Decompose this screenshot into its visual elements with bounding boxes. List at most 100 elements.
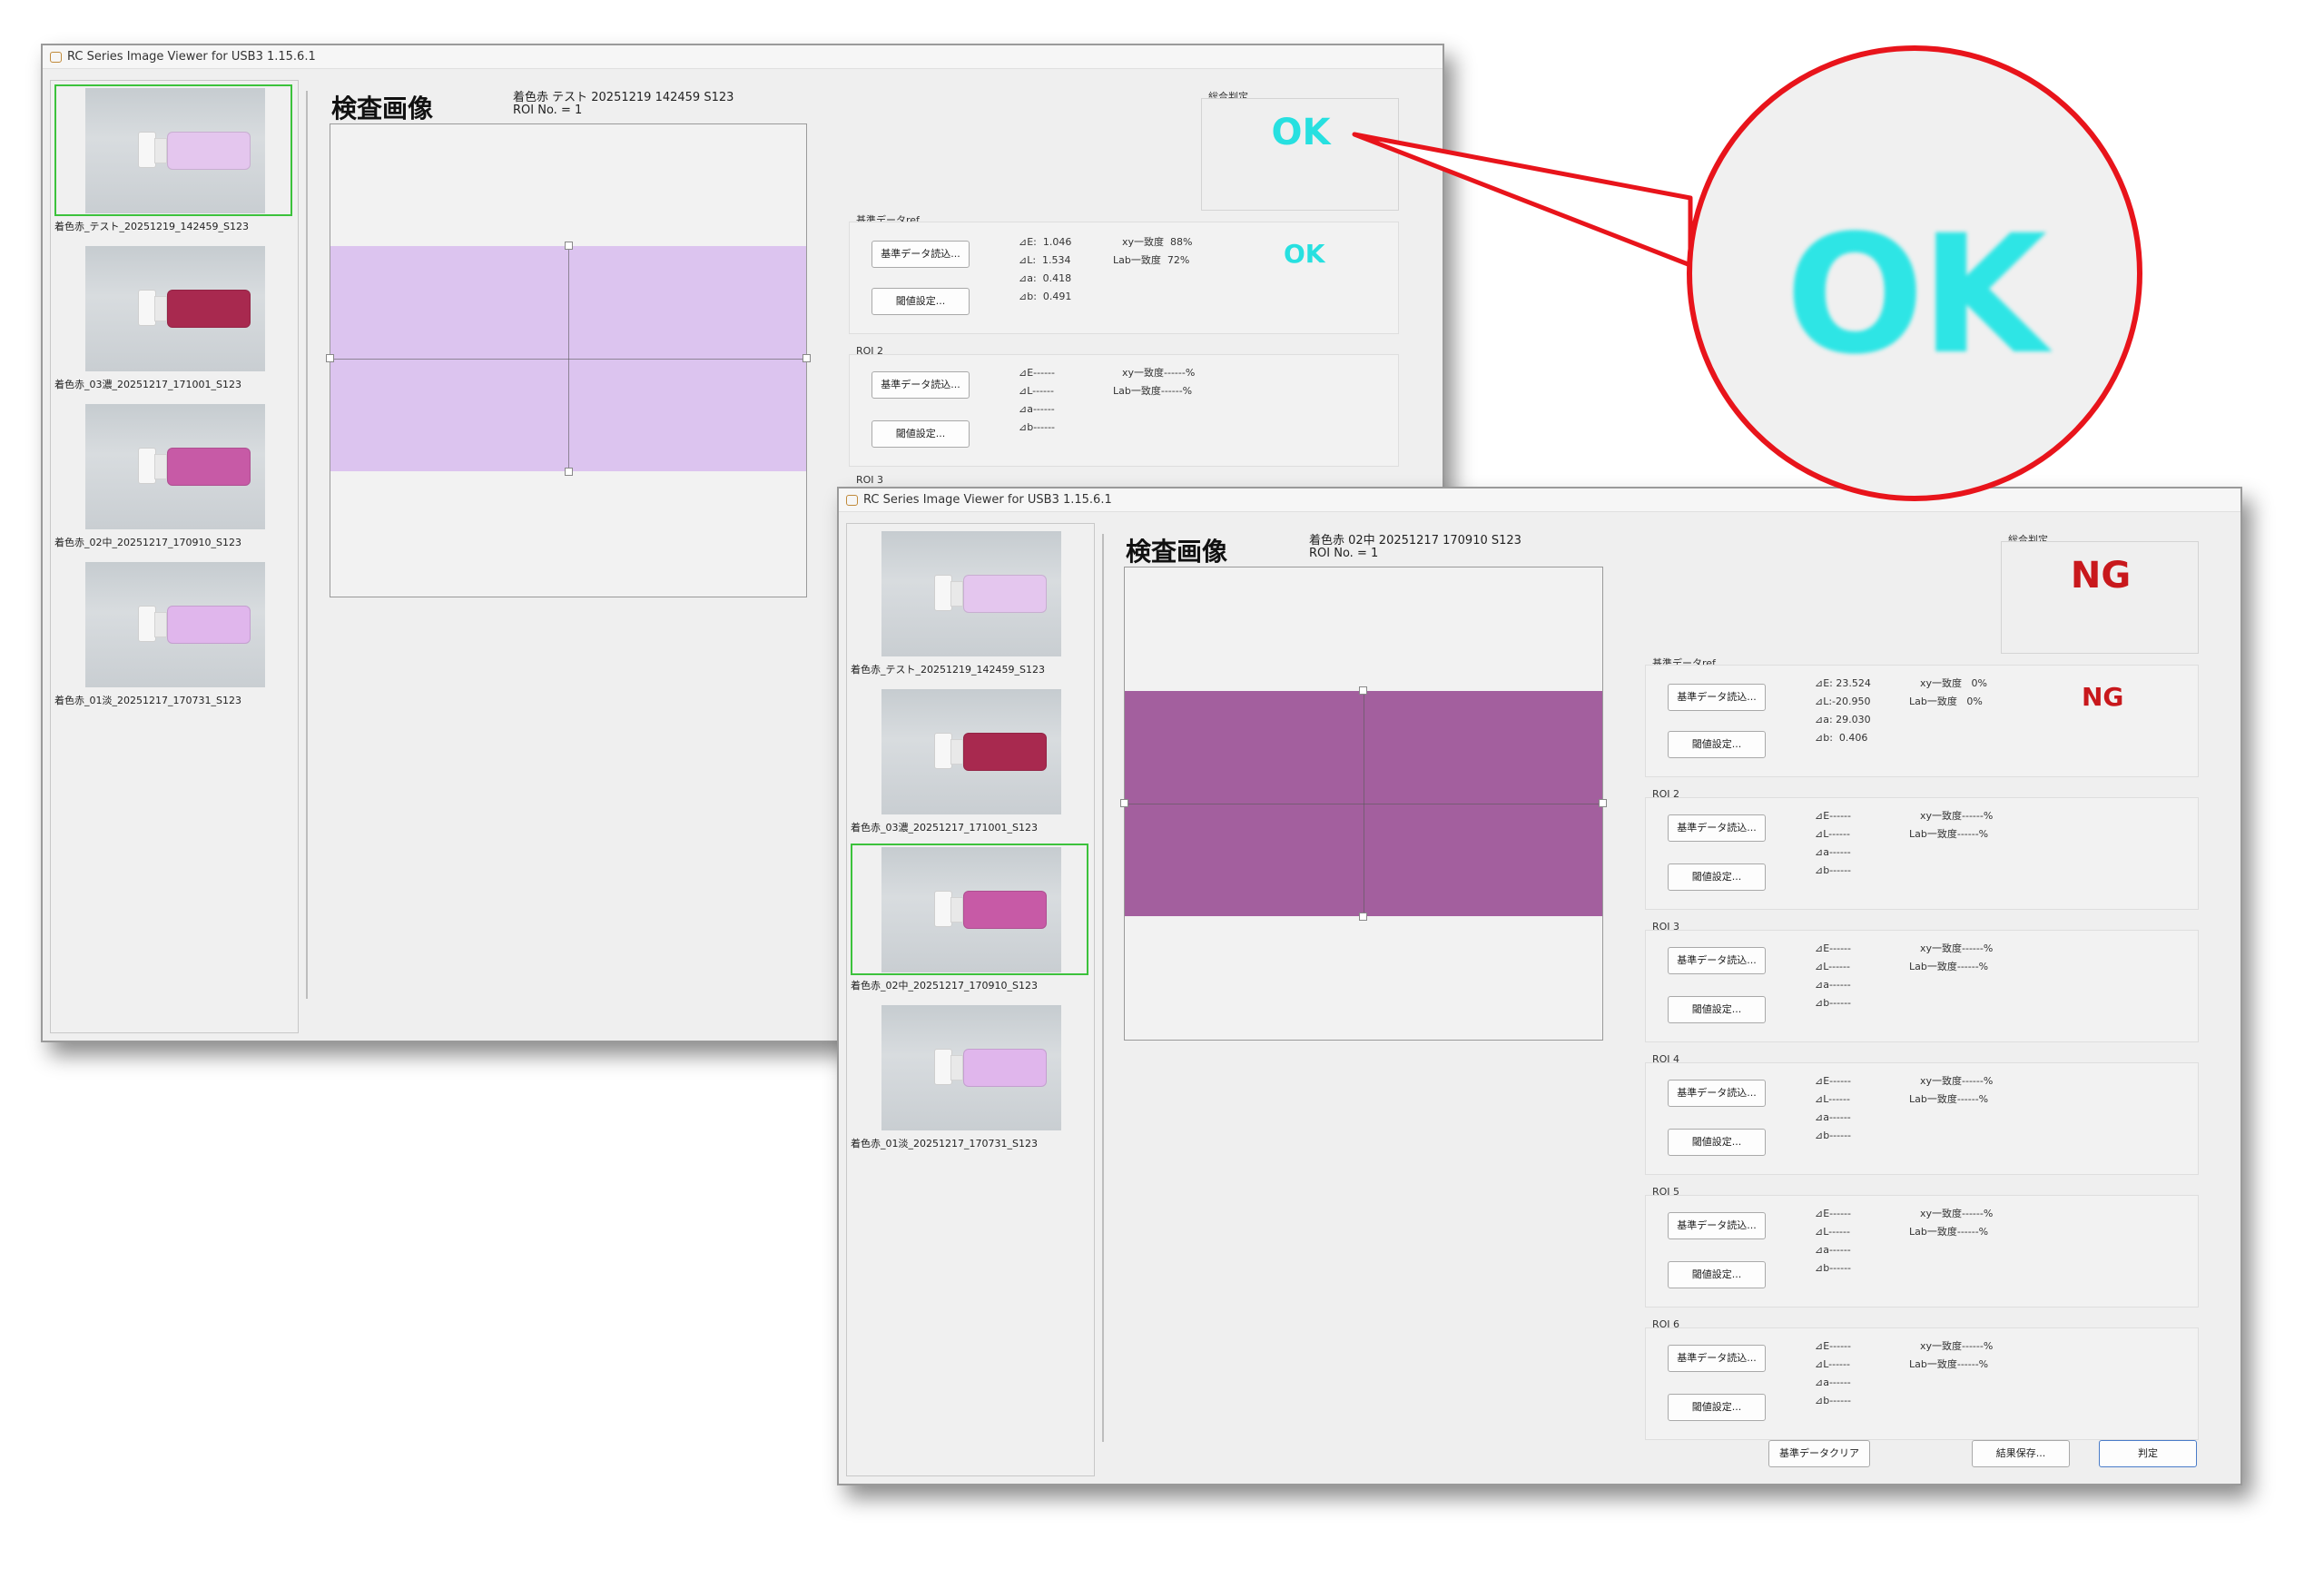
lab-consistency: Lab一致度------%: [1909, 1093, 1989, 1105]
threshold-settings-button[interactable]: 閾値設定...: [872, 420, 970, 448]
delta-a: ⊿a: 0.418: [1019, 272, 1072, 284]
roi-handle[interactable]: [1359, 686, 1367, 695]
thumbnail-label: 着色赤_01淡_20251217_170731_S123: [54, 695, 241, 706]
inspection-image-panel[interactable]: [326, 123, 811, 597]
threshold-settings-button[interactable]: 閾値設定...: [1668, 996, 1766, 1023]
delta-e: ⊿E: 23.524: [1815, 677, 1871, 689]
threshold-settings-button[interactable]: 閾値設定...: [1668, 1261, 1766, 1288]
vial-thumbnail-image: [85, 246, 265, 371]
lab-consistency: Lab一致度------%: [1113, 385, 1193, 397]
delta-b: ⊿b------: [1019, 421, 1056, 433]
thumbnail-list[interactable]: 着色赤_テスト_20251219_142459_S123 着色赤_03濃_202…: [846, 523, 1095, 1476]
xy-consistency: xy一致度------%: [1920, 942, 1994, 954]
thumbnail-list[interactable]: 着色赤_テスト_20251219_142459_S123 着色赤_03濃_202…: [50, 80, 299, 1033]
vial-thumbnail-image: [881, 1005, 1061, 1130]
delta-b: ⊿b------: [1815, 864, 1852, 876]
delta-b: ⊿b: 0.491: [1019, 291, 1072, 302]
delta-b: ⊿b------: [1815, 1130, 1852, 1141]
zoomed-verdict: OK: [1785, 201, 2048, 390]
app-icon: [846, 495, 858, 506]
load-reference-button[interactable]: 基準データ読込...: [1668, 1212, 1766, 1239]
delta-e: ⊿E------: [1815, 942, 1851, 954]
threshold-settings-button[interactable]: 閾値設定...: [1668, 1394, 1766, 1421]
roi-region[interactable]: [1120, 686, 1607, 921]
xy-consistency: xy一致度------%: [1920, 1340, 1994, 1352]
page-title: 検査画像: [1126, 537, 1228, 567]
lab-consistency: Lab一致度------%: [1909, 1226, 1989, 1238]
threshold-settings-button[interactable]: 閾値設定...: [872, 288, 970, 315]
delta-e: ⊿E------: [1815, 1340, 1851, 1352]
delta-b: ⊿b------: [1815, 997, 1852, 1009]
roi-group-label: ROI 3: [856, 474, 884, 486]
roi-group-ref: 基準データ読込... 閾値設定... ⊿E: 23.524 ⊿L:-20.950…: [1645, 665, 2199, 777]
xy-consistency: xy一致度------%: [1920, 1208, 1994, 1219]
delta-l: ⊿L: 1.534: [1019, 254, 1071, 266]
roi-handle[interactable]: [565, 242, 573, 250]
load-reference-button[interactable]: 基準データ読込...: [1668, 814, 1766, 842]
roi-group-2: 基準データ読込... 閾値設定... ⊿E------ ⊿L------ ⊿a-----…: [1645, 797, 2199, 910]
thumbnail-label: 着色赤_テスト_20251219_142459_S123: [851, 664, 1045, 676]
load-reference-button[interactable]: 基準データ読込...: [872, 371, 970, 399]
threshold-settings-button[interactable]: 閾値設定...: [1668, 1129, 1766, 1156]
delta-a: ⊿a------: [1815, 846, 1851, 858]
delta-l: ⊿L------: [1815, 961, 1850, 972]
vial-thumbnail-image: [881, 689, 1061, 814]
lab-consistency: Lab一致度------%: [1909, 828, 1989, 840]
threshold-settings-button[interactable]: 閾値設定...: [1668, 863, 1766, 891]
window-title: RC Series Image Viewer for USB3 1.15.6.1: [67, 50, 316, 64]
vial-thumbnail-image: [85, 562, 265, 687]
roi-handle[interactable]: [565, 468, 573, 476]
lab-consistency: Lab一致度------%: [1909, 1358, 1989, 1370]
roi-number: ROI No. = 1: [513, 104, 583, 117]
load-reference-button[interactable]: 基準データ読込...: [1668, 684, 1766, 711]
roi-verdict: NG: [2082, 682, 2124, 712]
delta-e: ⊿E------: [1815, 810, 1851, 822]
xy-consistency: xy一致度 0%: [1920, 677, 1987, 689]
panel-divider[interactable]: [1102, 534, 1104, 1442]
vial-thumbnail-image: [85, 404, 265, 529]
roi-region[interactable]: [326, 242, 811, 476]
thumbnail-label: 着色赤_02中_20251217_170910_S123: [54, 537, 241, 548]
window-titlebar: RC Series Image Viewer for USB3 1.15.6.1: [839, 488, 2240, 512]
xy-consistency: xy一致度------%: [1920, 810, 1994, 822]
inspection-image-panel[interactable]: [1120, 567, 1607, 1041]
clear-reference-button[interactable]: 基準データクリア: [1768, 1440, 1870, 1467]
roi-handle[interactable]: [1120, 799, 1128, 807]
threshold-settings-button[interactable]: 閾値設定...: [1668, 731, 1766, 758]
viewer-window-ng: RC Series Image Viewer for USB3 1.15.6.1…: [837, 487, 2242, 1485]
load-reference-button[interactable]: 基準データ読込...: [872, 241, 970, 268]
delta-l: ⊿L------: [1815, 1358, 1850, 1370]
roi-group-5: 基準データ読込... 閾値設定... ⊿E------ ⊿L------ ⊿a-----…: [1645, 1195, 2199, 1308]
delta-l: ⊿L------: [1815, 828, 1850, 840]
load-reference-button[interactable]: 基準データ読込...: [1668, 947, 1766, 974]
save-results-button[interactable]: 結果保存...: [1972, 1440, 2070, 1467]
load-reference-button[interactable]: 基準データ読込...: [1668, 1080, 1766, 1107]
roi-verdict: OK: [1284, 239, 1325, 269]
delta-a: ⊿a------: [1815, 1377, 1851, 1388]
delta-b: ⊿b: 0.406: [1815, 732, 1868, 744]
lab-consistency: Lab一致度------%: [1909, 961, 1989, 972]
zoom-callout-circle: OK: [1687, 45, 2142, 501]
load-reference-button[interactable]: 基準データ読込...: [1668, 1345, 1766, 1372]
delta-a: ⊿a: 29.030: [1815, 714, 1871, 725]
delta-l: ⊿L:-20.950: [1815, 696, 1871, 707]
roi-handle[interactable]: [326, 354, 334, 362]
roi-handle[interactable]: [803, 354, 811, 362]
vial-thumbnail-image: [85, 88, 265, 213]
panel-divider[interactable]: [306, 91, 308, 999]
delta-b: ⊿b------: [1815, 1262, 1852, 1274]
image-name: 着色赤 テスト 20251219 142459 S123: [513, 91, 734, 104]
delta-l: ⊿L------: [1019, 385, 1054, 397]
judge-button[interactable]: 判定: [2099, 1440, 2197, 1467]
roi-handle[interactable]: [1359, 913, 1367, 921]
delta-l: ⊿L------: [1815, 1093, 1850, 1105]
xy-consistency: xy一致度------%: [1920, 1075, 1994, 1087]
page-title: 検査画像: [331, 94, 434, 123]
app-icon: [50, 52, 62, 63]
roi-group-2: 基準データ読込... 閾値設定... ⊿E------ ⊿L------ ⊿a-…: [849, 354, 1399, 467]
image-name: 着色赤 02中 20251217 170910 S123: [1309, 534, 1521, 548]
delta-b: ⊿b------: [1815, 1395, 1852, 1406]
roi-handle[interactable]: [1599, 799, 1607, 807]
thumbnail-label: 着色赤_テスト_20251219_142459_S123: [54, 221, 249, 232]
roi-group-ref: 基準データ読込... 閾値設定... ⊿E: 1.046 ⊿L: 1.534 ⊿…: [849, 222, 1399, 334]
